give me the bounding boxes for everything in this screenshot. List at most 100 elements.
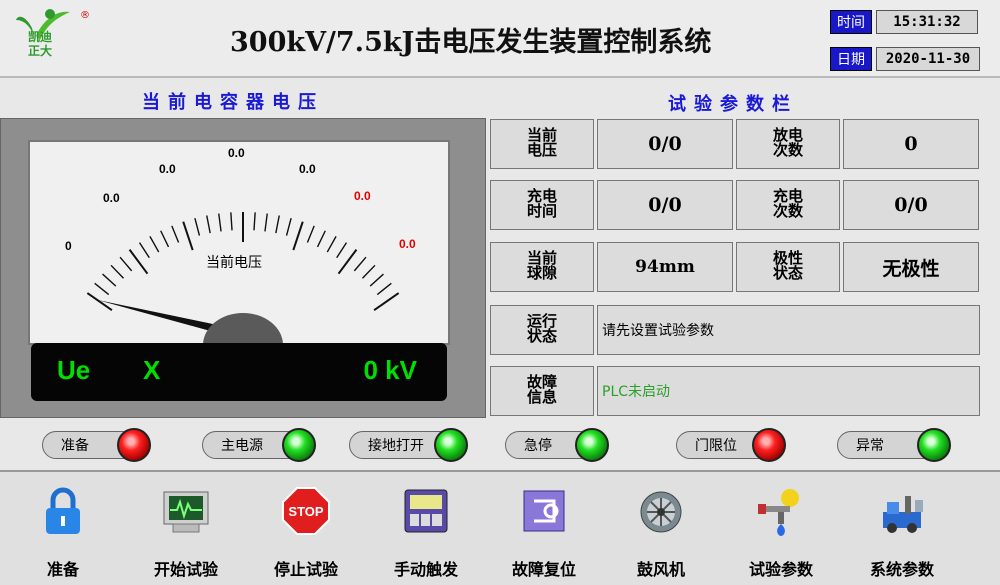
ball-gap-value: 94mm: [597, 242, 733, 292]
gauge-scale-label-2: 0.0: [159, 162, 176, 176]
gauge-tick: [102, 273, 117, 287]
gauge-tick: [353, 256, 367, 272]
gauge-tick: [128, 248, 149, 275]
gauge-section-title: 当前电容器电压: [142, 92, 324, 113]
gauge-tick: [316, 230, 326, 248]
gauge-tick: [369, 273, 384, 287]
gauge-tick: [218, 213, 222, 232]
emergency-stop-indicator-lamp: [575, 428, 609, 462]
polarity-value: 无极性: [843, 242, 979, 292]
abnormal-indicator-lamp: [917, 428, 951, 462]
gauge-tick: [285, 218, 292, 236]
blower-icon: [640, 491, 682, 533]
charge-count-label: 充电次数: [736, 180, 840, 230]
gauge-scale-label-0: 0: [65, 239, 72, 253]
prepare-status-label: 准备: [61, 438, 89, 454]
system-params-label: 系统参数: [869, 560, 934, 579]
gauge-tick: [292, 221, 304, 251]
gauge-scale-label-1: 0.0: [103, 191, 120, 205]
charge-count-value: 0/0: [843, 180, 979, 230]
gauge-tick: [326, 236, 337, 253]
ground-open-indicator-lamp: [434, 428, 468, 462]
svg-text:STOP: STOP: [288, 504, 323, 519]
gauge-tick: [275, 215, 280, 234]
fault-reset-label: 故障复位: [511, 560, 576, 579]
gauge-tick: [110, 264, 125, 279]
gauge-scale-label-6: 0.0: [399, 237, 416, 251]
stop-test-button[interactable]: STOP 停止试验: [251, 484, 361, 580]
gauge-tick: [138, 242, 150, 259]
blower-label: 鼓风机: [636, 560, 685, 579]
main-power-indicator-lamp: [282, 428, 316, 462]
voltage-readout: Ue X 0 kV: [31, 343, 447, 401]
gauge-tick: [182, 221, 194, 251]
gauge-scale-label-3: 0.0: [228, 146, 245, 160]
gauge-tick: [306, 225, 315, 243]
gauge-tick: [230, 212, 233, 231]
fault-reset-button[interactable]: 故障复位: [489, 484, 599, 580]
gauge-tick: [361, 264, 376, 279]
start-test-button[interactable]: 开始试验: [131, 484, 241, 580]
date-label: 日期: [830, 47, 872, 71]
current-voltage-label: 当前电压: [490, 119, 594, 169]
date-value: 2020-11-30: [876, 47, 980, 71]
ground-open-status-label: 接地打开: [368, 438, 424, 454]
logo-text: 凯迪 正大: [28, 30, 53, 58]
readout-channel: X: [143, 355, 161, 385]
gauge-tick: [149, 236, 160, 253]
door-limit-indicator-lamp: [752, 428, 786, 462]
control-panel-icon: [404, 489, 448, 533]
ball-gap-label: 当前球隙: [490, 242, 594, 292]
page-title: 300kV/7.5kJ击电压发生装置控制系统: [230, 27, 712, 58]
gauge-tick: [253, 212, 256, 231]
current-voltage-value: 0/0: [597, 119, 733, 169]
machinery-icon: [883, 496, 923, 533]
readout-value: 0 kV: [363, 355, 418, 385]
voltage-gauge: 0 0.0 0.0 0.0 0.0 0.0 0.0 当前电压: [65, 146, 416, 345]
params-section-title: 试验参数栏: [668, 94, 798, 115]
run-status-value: 请先设置试验参数: [597, 305, 980, 355]
gauge-tick: [264, 213, 268, 232]
prepare-label: 准备: [46, 560, 79, 579]
blower-button[interactable]: 鼓风机: [606, 484, 716, 580]
test-params-label: 试验参数: [748, 560, 813, 579]
test-params-button[interactable]: 试验参数: [726, 484, 836, 580]
gauge-tick: [171, 225, 180, 243]
gauge-tick: [194, 218, 201, 236]
stop-sign-icon: STOP: [282, 487, 330, 535]
discharge-count-value: 0: [843, 119, 979, 169]
stop-test-label: 停止试验: [273, 560, 338, 579]
gauge-hub: [203, 313, 283, 345]
registered-mark: ®: [80, 10, 90, 21]
time-value: 15:31:32: [876, 10, 978, 34]
fault-info-value: PLC未启动: [597, 366, 980, 416]
gas-burner-icon: [758, 489, 799, 536]
readout-symbol: Ue: [57, 355, 91, 385]
gauge-scale-label-4: 0.0: [299, 162, 316, 176]
lock-icon: [46, 487, 80, 534]
run-status-label: 运行状态: [490, 305, 594, 355]
reset-icon: [523, 490, 565, 532]
monitor-icon: [163, 491, 209, 533]
gauge-tick: [373, 292, 400, 312]
discharge-count-label: 放电次数: [736, 119, 840, 169]
manual-trigger-label: 手动触发: [393, 560, 458, 579]
time-label: 时间: [830, 10, 872, 34]
emergency-stop-status-label: 急停: [524, 438, 552, 454]
fault-info-label: 故障信息: [490, 366, 594, 416]
gauge-tick: [160, 230, 170, 248]
gauge-tick: [376, 282, 392, 296]
gauge-tick: [119, 256, 133, 272]
polarity-label: 极性状态: [736, 242, 840, 292]
gauge-tick: [206, 215, 211, 234]
charge-time-label: 充电时间: [490, 180, 594, 230]
gauge-tick: [337, 248, 358, 275]
gauge-tick: [86, 292, 113, 312]
system-params-button[interactable]: 系统参数: [847, 484, 957, 580]
gauge-center-label: 当前电压: [206, 254, 262, 271]
prepare-button[interactable]: 准备: [8, 484, 118, 580]
charge-time-value: 0/0: [597, 180, 733, 230]
manual-trigger-button[interactable]: 手动触发: [371, 484, 481, 580]
main-power-status-label: 主电源: [221, 438, 263, 454]
gauge-tick: [336, 242, 348, 259]
